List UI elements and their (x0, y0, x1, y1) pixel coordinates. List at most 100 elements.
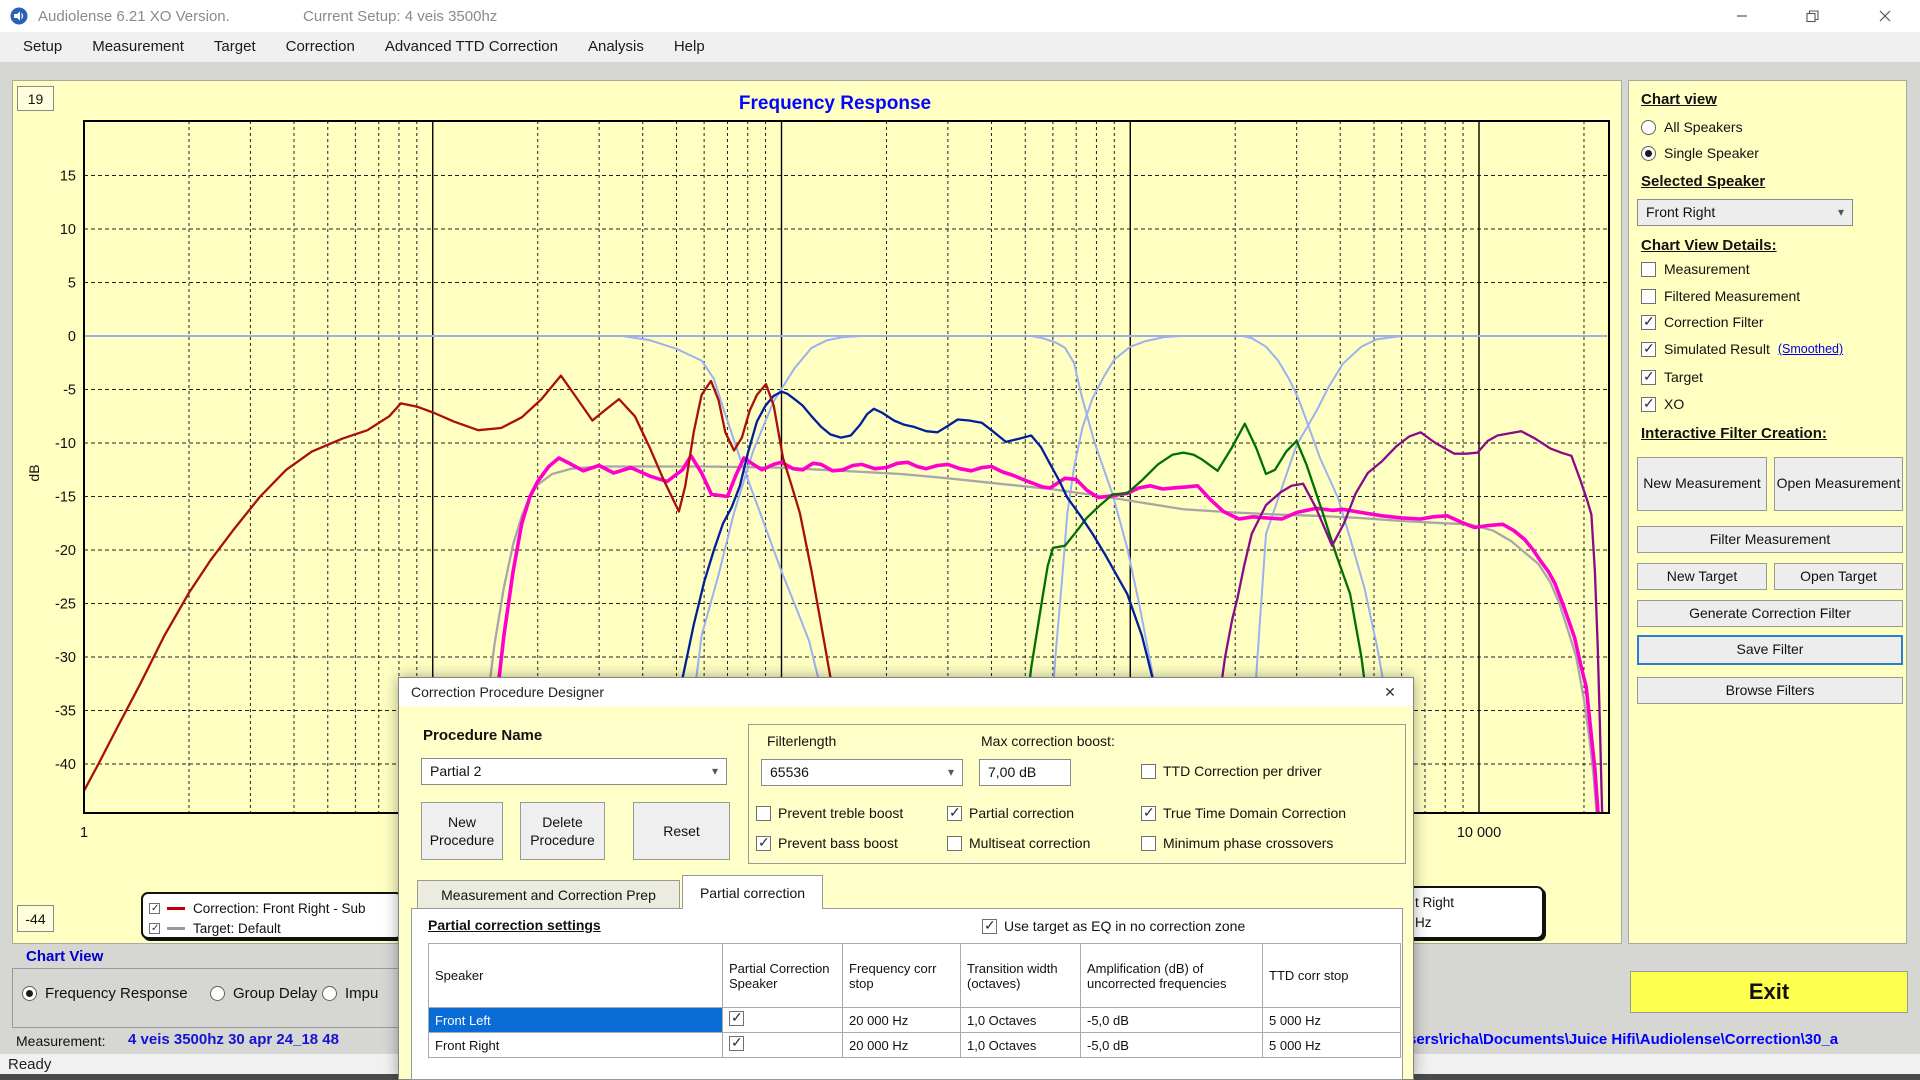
option-prevent-treble-boost[interactable]: Prevent treble boost (756, 805, 903, 821)
save-filter-button[interactable]: Save Filter (1637, 635, 1903, 665)
radio-single-speaker[interactable]: Single Speaker (1641, 145, 1759, 161)
option-minimum-phase-crossovers[interactable]: Minimum phase crossovers (1141, 835, 1333, 851)
checkbox-icon[interactable] (1141, 764, 1156, 779)
open-target-button[interactable]: Open Target (1774, 563, 1903, 590)
checkbox-icon[interactable] (947, 806, 962, 821)
checkbox-icon[interactable] (729, 1011, 744, 1026)
trans-cell[interactable]: 1,0 Octaves (961, 1008, 1081, 1033)
checkbox-icon[interactable] (982, 919, 997, 934)
filter-measurement-button[interactable]: Filter Measurement (1637, 526, 1903, 553)
detail-check-xo[interactable]: XO (1641, 396, 1684, 412)
amp-cell[interactable]: -5,0 dB (1081, 1008, 1263, 1033)
radio-icon[interactable] (210, 986, 225, 1001)
radio-all-speakers[interactable]: All Speakers (1641, 119, 1743, 135)
menu-item-setup[interactable]: Setup (8, 32, 77, 62)
detail-label: XO (1664, 396, 1684, 412)
menu-item-measurement[interactable]: Measurement (77, 32, 199, 62)
checkbox-icon[interactable] (1641, 370, 1656, 385)
generate-correction-filter-button[interactable]: Generate Correction Filter (1637, 600, 1903, 627)
close-icon[interactable] (1857, 0, 1913, 32)
detail-check-target[interactable]: Target (1641, 369, 1703, 385)
selected-speaker-dropdown[interactable]: Front Right ▾ (1637, 199, 1853, 226)
checkbox-icon[interactable] (1641, 315, 1656, 330)
procedure-name-dropdown[interactable]: Partial 2 ▾ (421, 758, 727, 785)
menu-item-target[interactable]: Target (199, 32, 271, 62)
new-measurement-button[interactable]: New Measurement (1637, 457, 1767, 511)
checkbox-icon[interactable] (729, 1036, 744, 1051)
ttd-cell[interactable]: 5 000 Hz (1263, 1008, 1401, 1033)
checkbox-icon[interactable] (1641, 262, 1656, 277)
partial-correction-table[interactable]: SpeakerPartial Correction SpeakerFrequen… (428, 943, 1401, 1058)
radio-icon[interactable] (1641, 120, 1656, 135)
radio-label: Single Speaker (1664, 145, 1759, 161)
option-partial-correction[interactable]: Partial correction (947, 805, 1074, 821)
amp-cell[interactable]: -5,0 dB (1081, 1033, 1263, 1058)
restore-icon[interactable] (1784, 0, 1840, 32)
partial-correction-cell[interactable] (723, 1008, 843, 1033)
y-tick-label: -30 (55, 650, 76, 666)
radio-icon[interactable] (1641, 146, 1656, 161)
option-use-target-as-eq[interactable]: Use target as EQ in no correction zone (982, 918, 1245, 934)
detail-check-simulated-result[interactable]: Simulated Result(Smoothed) (1641, 341, 1843, 357)
y-tick-label: 10 (60, 222, 76, 238)
x-tick-label: 10 000 (1457, 825, 1501, 841)
minimize-icon[interactable] (1714, 0, 1770, 32)
checkbox-icon[interactable] (1641, 289, 1656, 304)
smoothed-link[interactable]: (Smoothed) (1778, 342, 1843, 356)
option-ttd-per-driver[interactable]: TTD Correction per driver (1141, 763, 1322, 779)
filter-creation-heading: Interactive Filter Creation: (1641, 425, 1827, 442)
checkbox-icon[interactable] (947, 836, 962, 851)
table-row[interactable]: Front Left 20 000 Hz1,0 Octaves-5,0 dB5 0… (429, 1008, 1401, 1033)
dialog-title-bar[interactable]: Correction Procedure Designer ✕ (399, 678, 1413, 706)
detail-check-filtered-measurement[interactable]: Filtered Measurement (1641, 288, 1800, 304)
tab-measurement-and-correction-prep[interactable]: Measurement and Correction Prep (417, 880, 680, 909)
checkbox-icon[interactable] (1641, 397, 1656, 412)
max-boost-input[interactable]: 7,00 dB (979, 759, 1071, 786)
new-procedure-button[interactable]: New Procedure (421, 802, 503, 860)
view-radio-frequency-response[interactable]: Frequency Response (22, 985, 188, 1002)
checkbox-icon[interactable] (1141, 836, 1156, 851)
view-radio-impu[interactable]: Impu (322, 985, 378, 1002)
checkbox-icon[interactable] (756, 836, 771, 851)
checkbox-icon[interactable] (149, 903, 160, 914)
filterlength-dropdown[interactable]: 65536 ▾ (761, 759, 963, 786)
checkbox-icon[interactable] (1141, 806, 1156, 821)
detail-label: Correction Filter (1664, 314, 1764, 330)
menu-item-correction[interactable]: Correction (271, 32, 370, 62)
delete-procedure-button[interactable]: Delete Procedure (520, 802, 605, 860)
speaker-cell[interactable]: Front Left (429, 1008, 723, 1033)
option-true-time-domain[interactable]: True Time Domain Correction (1141, 805, 1346, 821)
legend-line: t Right (1415, 893, 1532, 913)
checkbox-icon[interactable] (1641, 342, 1656, 357)
view-radio-group-delay[interactable]: Group Delay (210, 985, 317, 1002)
radio-icon[interactable] (22, 986, 37, 1001)
new-target-button[interactable]: New Target (1637, 563, 1767, 590)
dialog-close-icon[interactable]: ✕ (1367, 678, 1413, 706)
tab-partial-correction[interactable]: Partial correction (682, 875, 823, 909)
open-measurement-button[interactable]: Open Measurement (1774, 457, 1903, 511)
table-row[interactable]: Front Right 20 000 Hz1,0 Octaves-5,0 dB5 … (429, 1033, 1401, 1058)
radio-icon[interactable] (322, 986, 337, 1001)
option-multiseat-correction[interactable]: Multiseat correction (947, 835, 1090, 851)
reset-button[interactable]: Reset (633, 802, 730, 860)
menu-item-analysis[interactable]: Analysis (573, 32, 659, 62)
option-label: Minimum phase crossovers (1163, 835, 1333, 851)
checkbox-icon[interactable] (149, 923, 160, 934)
freq-cell[interactable]: 20 000 Hz (843, 1033, 961, 1058)
menu-item-advanced-ttd-correction[interactable]: Advanced TTD Correction (370, 32, 573, 62)
menu-item-help[interactable]: Help (659, 32, 720, 62)
exit-button[interactable]: Exit (1630, 971, 1908, 1013)
freq-cell[interactable]: 20 000 Hz (843, 1008, 961, 1033)
detail-check-measurement[interactable]: Measurement (1641, 261, 1750, 277)
partial-correction-cell[interactable] (723, 1033, 843, 1058)
checkbox-icon[interactable] (756, 806, 771, 821)
detail-check-correction-filter[interactable]: Correction Filter (1641, 314, 1764, 330)
option-prevent-bass-boost[interactable]: Prevent bass boost (756, 835, 898, 851)
ttd-cell[interactable]: 5 000 Hz (1263, 1033, 1401, 1058)
measurement-label: Measurement: (16, 1033, 105, 1049)
browse-filters-button[interactable]: Browse Filters (1637, 677, 1903, 704)
speaker-cell[interactable]: Front Right (429, 1033, 723, 1058)
correction-procedure-designer-dialog: Correction Procedure Designer ✕ Procedur… (398, 677, 1414, 1080)
selected-speaker-heading: Selected Speaker (1641, 173, 1765, 190)
trans-cell[interactable]: 1,0 Octaves (961, 1033, 1081, 1058)
